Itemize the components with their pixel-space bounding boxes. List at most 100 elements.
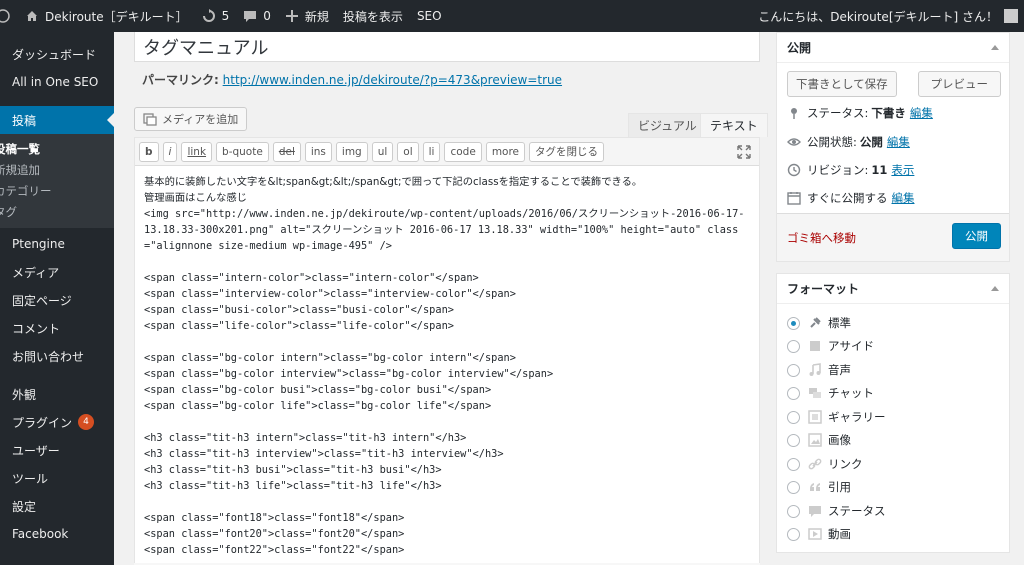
menu-contact[interactable]: お問い合わせ bbox=[0, 342, 114, 370]
editor-container: b i link b-quote del ins img ul ol li co… bbox=[134, 137, 760, 565]
format-option-image[interactable]: 画像 bbox=[787, 432, 851, 448]
radio-button[interactable] bbox=[787, 316, 800, 330]
format-option-link[interactable]: リンク bbox=[787, 456, 863, 472]
updates-link[interactable]: 5 bbox=[195, 0, 237, 32]
radio-button[interactable] bbox=[787, 363, 800, 377]
menu-dashboard[interactable]: ダッシュボード bbox=[0, 40, 114, 68]
show-revisions-link[interactable]: 表示 bbox=[891, 162, 914, 178]
posts-submenu: 投稿一覧 新規追加 カテゴリー タグ bbox=[0, 134, 114, 228]
menu-posts[interactable]: 投稿 bbox=[0, 106, 114, 134]
settings-icon bbox=[0, 500, 8, 512]
plugin-icon bbox=[0, 416, 8, 428]
avatar bbox=[1004, 9, 1018, 23]
qt-code-button[interactable]: code bbox=[444, 141, 482, 162]
publish-box-header[interactable]: 公開 bbox=[777, 33, 1009, 63]
qt-bold-button[interactable]: b bbox=[139, 141, 159, 162]
radio-button[interactable] bbox=[787, 339, 800, 353]
menu-pages[interactable]: 固定ページ bbox=[0, 286, 114, 314]
wp-logo[interactable] bbox=[0, 0, 18, 32]
view-post-link[interactable]: 投稿を表示 bbox=[336, 0, 410, 32]
tab-text[interactable]: テキスト bbox=[700, 113, 768, 137]
radio-button[interactable] bbox=[787, 504, 800, 518]
format-option-aside[interactable]: アサイド bbox=[787, 338, 874, 354]
site-name: Dekiroute［デキルート］ bbox=[45, 9, 188, 24]
qt-ins-button[interactable]: ins bbox=[304, 141, 332, 162]
qt-li-button[interactable]: li bbox=[422, 141, 441, 162]
schedule-label: すぐに公開する bbox=[807, 191, 888, 205]
qt-ol-button[interactable]: ol bbox=[397, 141, 419, 162]
gallery-icon bbox=[808, 410, 822, 424]
radio-button[interactable] bbox=[787, 386, 800, 400]
qt-ul-button[interactable]: ul bbox=[371, 141, 394, 162]
menu-aioseo[interactable]: All in One SEO bbox=[0, 68, 114, 96]
permalink-url[interactable]: http://www.inden.ne.jp/dekiroute/?p=473&… bbox=[223, 73, 562, 87]
tab-visual[interactable]: ビジュアル bbox=[628, 113, 707, 137]
link-icon bbox=[808, 458, 822, 470]
radio-button[interactable] bbox=[787, 457, 800, 471]
updates-icon bbox=[202, 9, 215, 22]
mail-icon bbox=[0, 350, 8, 362]
major-publishing-actions: ゴミ箱へ移動 公開 bbox=[777, 213, 1009, 261]
comment-icon bbox=[244, 11, 257, 22]
radio-button[interactable] bbox=[787, 480, 800, 494]
format-option-status[interactable]: ステータス bbox=[787, 503, 886, 519]
format-option-video[interactable]: 動画 bbox=[787, 526, 851, 542]
new-content-link[interactable]: 新規 bbox=[278, 0, 336, 32]
menu-ptengine[interactable]: Ptengine bbox=[0, 230, 114, 258]
menu-settings[interactable]: 設定 bbox=[0, 492, 114, 520]
menu-plugins[interactable]: プラグイン 4 bbox=[0, 408, 114, 436]
collapse-arrow-icon[interactable] bbox=[991, 286, 999, 291]
format-label: アサイド bbox=[828, 339, 874, 353]
radio-button[interactable] bbox=[787, 410, 800, 424]
qt-link-button[interactable]: link bbox=[181, 141, 213, 162]
plus-icon bbox=[285, 10, 298, 22]
save-draft-button[interactable]: 下書きとして保存 bbox=[787, 71, 897, 97]
radio-button[interactable] bbox=[787, 433, 800, 447]
menu-appearance[interactable]: 外観 bbox=[0, 380, 114, 408]
submenu-all-posts[interactable]: 投稿一覧 bbox=[0, 138, 114, 159]
menu-comments[interactable]: コメント bbox=[0, 314, 114, 342]
format-label: リンク bbox=[828, 457, 863, 471]
qt-del-button[interactable]: del bbox=[272, 141, 301, 162]
post-status-row: ステータス: 下書き 編集 bbox=[787, 105, 933, 121]
my-account-link[interactable]: こんにちは、Dekiroute[デキルート] さん！ bbox=[751, 0, 1024, 32]
collapse-arrow-icon[interactable] bbox=[991, 45, 999, 50]
format-option-standard[interactable]: 標準 bbox=[787, 315, 851, 331]
media-icon bbox=[143, 113, 157, 126]
format-option-gallery[interactable]: ギャラリー bbox=[787, 409, 886, 425]
menu-tools[interactable]: ツール bbox=[0, 464, 114, 492]
edit-schedule-link[interactable]: 編集 bbox=[892, 190, 915, 206]
edit-status-link[interactable]: 編集 bbox=[910, 105, 933, 121]
submenu-categories[interactable]: カテゴリー bbox=[0, 180, 114, 201]
format-option-quote[interactable]: 引用 bbox=[787, 479, 851, 495]
site-name-link[interactable]: Dekiroute［デキルート］ bbox=[18, 0, 195, 32]
move-to-trash-link[interactable]: ゴミ箱へ移動 bbox=[787, 230, 856, 246]
submenu-tags[interactable]: タグ bbox=[0, 201, 114, 222]
qt-blockquote-button[interactable]: b-quote bbox=[216, 141, 269, 162]
qt-img-button[interactable]: img bbox=[335, 141, 368, 162]
fullscreen-icon[interactable] bbox=[737, 145, 751, 159]
menu-facebook[interactable]: Facebook bbox=[0, 520, 114, 548]
radio-button[interactable] bbox=[787, 527, 800, 541]
post-title-input[interactable]: タグマニュアル bbox=[134, 32, 760, 62]
comments-link[interactable]: 0 bbox=[236, 0, 278, 32]
add-media-button[interactable]: メディアを追加 bbox=[134, 107, 248, 131]
content-textarea[interactable]: 基本的に装飾したい文字を&lt;span&gt;&lt;/span&gt;で囲っ… bbox=[135, 166, 759, 561]
submenu-label: 投稿一覧 bbox=[0, 141, 40, 156]
submenu-label: タグ bbox=[0, 204, 17, 219]
ptengine-icon bbox=[0, 238, 8, 250]
preview-button[interactable]: プレビュー bbox=[917, 71, 1001, 97]
qt-close-tags-button[interactable]: タグを閉じる bbox=[529, 141, 605, 162]
menu-users[interactable]: ユーザー bbox=[0, 436, 114, 464]
submenu-add-new[interactable]: 新規追加 bbox=[0, 159, 114, 180]
format-option-chat[interactable]: チャット bbox=[787, 385, 874, 401]
updates-count: 5 bbox=[221, 9, 230, 23]
qt-more-button[interactable]: more bbox=[485, 141, 526, 162]
publish-button[interactable]: 公開 bbox=[952, 223, 1001, 249]
format-box-header[interactable]: フォーマット bbox=[777, 274, 1009, 304]
seo-link[interactable]: SEO bbox=[410, 0, 449, 32]
edit-visibility-link[interactable]: 編集 bbox=[887, 134, 910, 150]
menu-media[interactable]: メディア bbox=[0, 258, 114, 286]
qt-italic-button[interactable]: i bbox=[162, 141, 178, 162]
format-option-audio[interactable]: 音声 bbox=[787, 362, 851, 378]
